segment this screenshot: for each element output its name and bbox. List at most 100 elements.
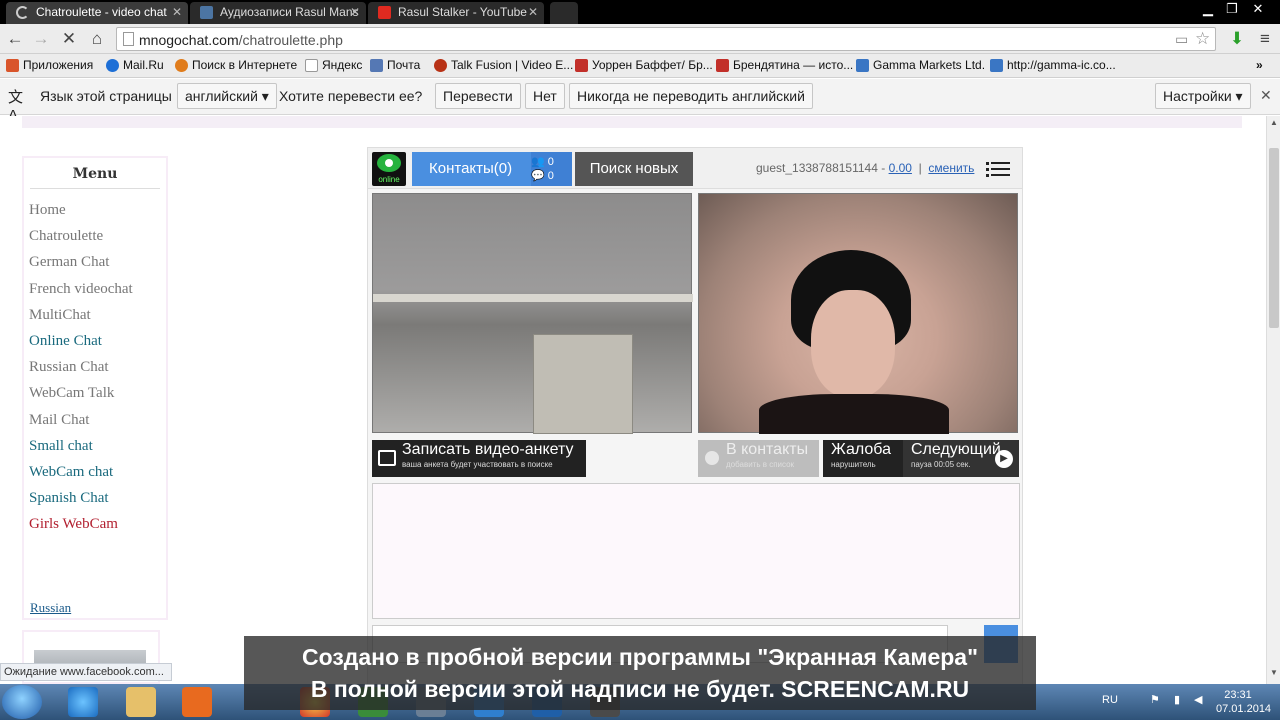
loading-spinner-icon [16, 6, 29, 19]
stop-icon[interactable]: ✕ [58, 28, 80, 50]
talkfusion-icon [434, 59, 447, 72]
top-band [22, 116, 1242, 128]
menu-item-multichat[interactable]: MultiChat [24, 302, 166, 328]
no-button[interactable]: Нет [525, 83, 565, 109]
balance-link[interactable]: 0.00 [889, 161, 912, 175]
system-tray: RU ⚑ ▮ ◀ 23:31 07.01.2014 [1090, 684, 1280, 720]
pf-icon [716, 59, 729, 72]
change-name-link[interactable]: сменить [928, 161, 974, 175]
menu-item-spanish-chat[interactable]: Spanish Chat [24, 485, 166, 511]
never-translate-button[interactable]: Никогда не переводить английский [569, 83, 813, 109]
chat-header: online Контакты(0) 👥 0 💬 0 Поиск новых g… [367, 147, 1023, 189]
close-tab-icon[interactable]: ✕ [528, 2, 538, 22]
list-menu-icon[interactable] [986, 160, 1010, 178]
address-bar[interactable]: mnogochat.com/chatroulette.php ▭ ☆ [116, 27, 1216, 51]
bookmark-yandex[interactable]: Яндекс [305, 58, 362, 72]
friends-icon: 👥 [531, 156, 545, 168]
bookmark-mailru[interactable]: Mail.Ru [106, 58, 164, 72]
explorer-icon[interactable] [126, 687, 156, 717]
browser-toolbar: ← → ✕ ⌂ mnogochat.com/chatroulette.php ▭… [0, 24, 1280, 54]
language-link-russian[interactable]: Russian [30, 600, 71, 616]
bookmark-brand[interactable]: Брендятина — исто... [716, 58, 853, 72]
language-select[interactable]: английский ▾ [177, 83, 277, 109]
flag-icon[interactable]: ⚑ [1150, 693, 1160, 706]
menu-item-german-chat[interactable]: German Chat [24, 249, 166, 275]
tab-audio[interactable]: Аудиозаписи Rasul Mans ✕ [190, 2, 366, 24]
video-record-icon [378, 450, 396, 466]
bookmark-buffett[interactable]: Уоррен Баффет/ Бр... [575, 58, 713, 72]
forward-icon[interactable]: → [30, 28, 52, 50]
menu-item-online-chat[interactable]: Online Chat [24, 328, 166, 354]
vk-icon [200, 6, 213, 19]
minimize-icon[interactable]: ▁ [1196, 0, 1220, 18]
messages-icon: 💬 [531, 170, 545, 182]
tab-title: Rasul Stalker - YouTube [398, 5, 527, 19]
translate-button[interactable]: Перевести [435, 83, 521, 109]
contacts-counters: 👥 0 💬 0 [531, 152, 572, 186]
bookmark-gamma[interactable]: Gamma Markets Ltd. [856, 58, 985, 72]
chat-log [372, 483, 1020, 619]
bookmarks-overflow-icon[interactable]: » [1256, 58, 1263, 72]
battery-icon[interactable]: ▮ [1174, 693, 1180, 706]
bookmark-mail[interactable]: Почта [370, 58, 420, 72]
menu-item-webcam-chat[interactable]: WebCam chat [24, 459, 166, 485]
chrome-menu-icon[interactable]: ≡ [1254, 28, 1276, 50]
start-button[interactable] [2, 685, 42, 719]
gamma-icon [856, 59, 869, 72]
menu-title: Menu [72, 166, 118, 182]
watermark-line-1: Создано в пробной версии программы "Экра… [302, 644, 978, 670]
scroll-up-icon[interactable]: ▲ [1267, 118, 1280, 132]
menu-item-webcam-talk[interactable]: WebCam Talk [24, 380, 166, 406]
translate-icon: 文A [8, 89, 24, 124]
screencam-watermark: Создано в пробной версии программы "Экра… [244, 636, 1036, 710]
camera-blocked-icon[interactable]: ▭ [1175, 31, 1188, 48]
bookmark-star-icon[interactable]: ☆ [1195, 29, 1210, 49]
language-indicator[interactable]: RU [1102, 694, 1118, 706]
scrollbar-thumb[interactable] [1269, 148, 1279, 328]
bookmark-apps[interactable]: Приложения [6, 58, 93, 72]
tab-youtube[interactable]: Rasul Stalker - YouTube ✕ [368, 2, 544, 24]
bookmark-talkfusion[interactable]: Talk Fusion | Video E... [434, 58, 573, 72]
menu-item-home[interactable]: Home [24, 197, 166, 223]
youtube-icon [378, 6, 391, 19]
download-icon[interactable]: ⬇ [1226, 28, 1248, 50]
close-translate-icon[interactable]: ✕ [1260, 87, 1272, 104]
page-content: Menu Home Chatroulette German Chat Frenc… [0, 116, 1266, 684]
tab-chatroulette[interactable]: Chatroulette - video chat ✕ [6, 2, 188, 24]
volume-icon[interactable]: ◀ [1194, 693, 1202, 706]
page-scrollbar[interactable]: ▲ ▼ [1266, 116, 1280, 684]
maximize-icon[interactable]: ❐ [1220, 0, 1244, 18]
menu-item-mail-chat[interactable]: Mail Chat [24, 407, 166, 433]
close-window-icon[interactable]: ✕ [1246, 0, 1270, 18]
search-new-button[interactable]: Поиск новых [575, 152, 693, 186]
next-partner-button[interactable]: Следующий пауза 00:05 сек. ▶ [903, 440, 1019, 477]
add-to-contacts-button[interactable]: В контакты добавить в список [698, 440, 819, 477]
menu-item-chatroulette[interactable]: Chatroulette [24, 223, 166, 249]
back-icon[interactable]: ← [4, 28, 26, 50]
tab-title: Chatroulette - video chat [36, 5, 167, 19]
pf-icon [575, 59, 588, 72]
contacts-button[interactable]: Контакты(0) 👥 0 💬 0 [412, 152, 572, 186]
add-user-icon [705, 451, 719, 465]
close-tab-icon[interactable]: ✕ [350, 2, 360, 22]
menu-item-small-chat[interactable]: Small chat [24, 433, 166, 459]
clock[interactable]: 23:31 07.01.2014 [1216, 688, 1271, 716]
bookmark-gamma-ic[interactable]: http://gamma-ic.co... [990, 58, 1116, 72]
new-tab-button[interactable] [550, 2, 578, 24]
bookmark-search[interactable]: Поиск в Интернете [175, 58, 297, 72]
media-player-icon[interactable] [182, 687, 212, 717]
menu-item-french-videochat[interactable]: French videochat [24, 276, 166, 302]
complaint-button[interactable]: Жалоба нарушитель [823, 440, 903, 477]
browser-tab-strip: Chatroulette - video chat ✕ Аудиозаписи … [0, 0, 1280, 24]
page-icon [305, 59, 318, 72]
close-tab-icon[interactable]: ✕ [172, 2, 182, 22]
translate-settings-button[interactable]: Настройки ▾ [1155, 83, 1251, 109]
scroll-down-icon[interactable]: ▼ [1267, 668, 1280, 682]
translate-prompt: Язык этой страницы [40, 88, 172, 104]
menu-item-girls-webcam[interactable]: Girls WebCam [24, 511, 166, 537]
home-icon[interactable]: ⌂ [86, 28, 108, 50]
menu-item-russian-chat[interactable]: Russian Chat [24, 354, 166, 380]
next-arrow-icon: ▶ [995, 450, 1013, 468]
ie-icon[interactable] [68, 687, 98, 717]
record-video-profile-button[interactable]: Записать видео-анкету ваша анкета будет … [372, 440, 586, 477]
